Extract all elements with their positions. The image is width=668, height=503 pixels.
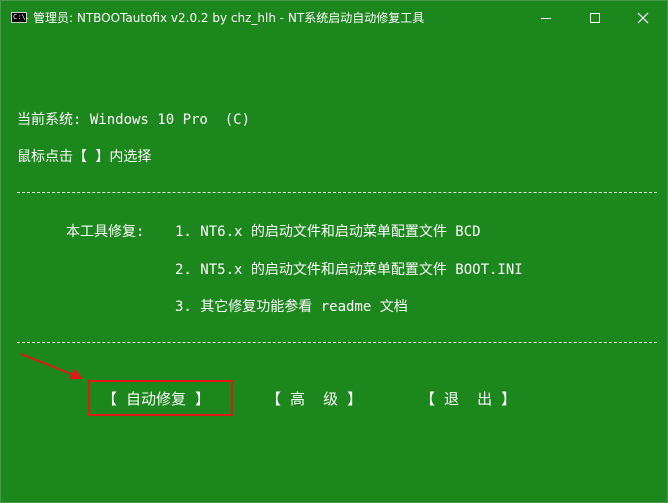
instruction-line: 鼠标点击【 】内选择 (17, 149, 152, 165)
repair-item-1: 1. NT6.x 的启动文件和启动菜单配置文件 BCD (175, 224, 481, 240)
title-bar[interactable]: C:\. 管理员: NTBOOTautofix v2.0.2 by chz_hl… (1, 1, 667, 36)
minimize-button[interactable] (523, 1, 569, 35)
auto-repair-button[interactable]: 【 自动修复 】 (102, 390, 210, 408)
repair-item-2: 2. NT5.x 的启动文件和启动菜单配置文件 BOOT.INI (175, 262, 523, 278)
current-system-line: 当前系统: Windows 10 Pro (C) (17, 112, 251, 128)
maximize-button[interactable] (572, 1, 618, 35)
window-title: 管理员: NTBOOTautofix v2.0.2 by chz_hlh - N… (33, 11, 425, 25)
close-button[interactable] (620, 1, 666, 35)
advanced-button[interactable]: 【 高 级 】 (266, 390, 362, 408)
cmd-icon-label: C:\. (13, 13, 30, 21)
maximize-icon (590, 13, 600, 23)
console-window: C:\. 管理员: NTBOOTautofix v2.0.2 by chz_hl… (0, 0, 668, 503)
repair-heading: 本工具修复: (66, 224, 145, 240)
cmd-icon: C:\. (11, 12, 30, 23)
console-content: 当前系统: Windows 10 Pro (C) 鼠标点击【 】内选择 本工具修… (1, 36, 667, 502)
repair-item-3: 3. 其它修复功能参看 readme 文档 (175, 299, 408, 315)
exit-button[interactable]: 【 退 出 】 (420, 390, 516, 408)
minimize-icon (541, 18, 551, 19)
close-icon (637, 12, 649, 24)
separator-top (17, 192, 657, 193)
separator-bottom (17, 342, 657, 343)
